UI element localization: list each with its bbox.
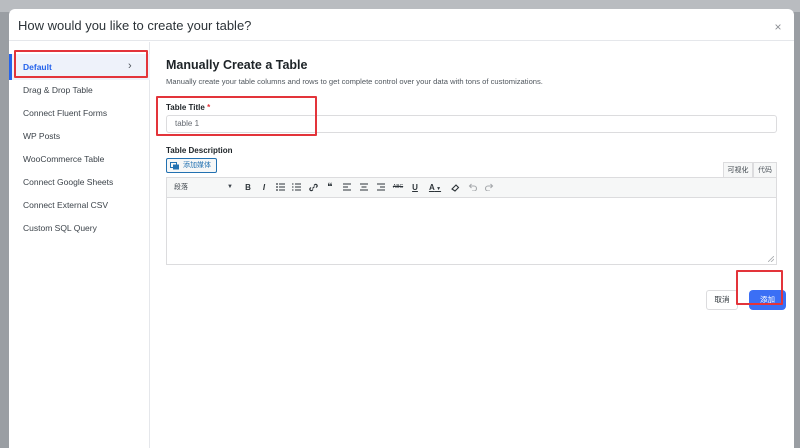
- required-mark: *: [207, 103, 211, 112]
- add-media-button[interactable]: 添加媒体: [166, 158, 217, 173]
- resize-handle-icon[interactable]: [768, 256, 774, 262]
- modal-header: How would you like to create your table?…: [9, 9, 794, 41]
- sidebar-item-default[interactable]: Default: [23, 60, 52, 74]
- align-right-icon[interactable]: [374, 181, 388, 194]
- create-table-modal: How would you like to create your table?…: [9, 9, 794, 448]
- page-description: Manually create your table columns and r…: [166, 77, 543, 86]
- sidebar-item-drag-drop-table[interactable]: Drag & Drop Table: [23, 83, 93, 97]
- table-description-label: Table Description: [166, 146, 233, 155]
- text-color-button[interactable]: A ▼: [425, 181, 445, 194]
- sidebar: Default › Drag & Drop Table Connect Flue…: [9, 42, 150, 448]
- add-button[interactable]: 添加: [749, 290, 786, 310]
- link-icon[interactable]: [306, 181, 320, 194]
- underline-button[interactable]: U: [408, 181, 422, 194]
- bold-button[interactable]: B: [241, 181, 255, 194]
- page-title: Manually Create a Table: [166, 58, 308, 72]
- bullet-list-icon[interactable]: [273, 181, 287, 194]
- chevron-right-icon: ›: [128, 60, 132, 72]
- cancel-button[interactable]: 取消: [706, 290, 738, 310]
- table-title-label-text: Table Title: [166, 103, 205, 112]
- editor-toolbar: 段落 ▼ B I ❝ ABC U A ▼: [167, 178, 776, 198]
- chevron-down-icon: ▼: [434, 186, 442, 192]
- sidebar-item-connect-google-sheets[interactable]: Connect Google Sheets: [23, 175, 113, 189]
- modal-title: How would you like to create your table?: [18, 18, 252, 33]
- description-editor: 段落 ▼ B I ❝ ABC U A ▼: [166, 177, 777, 265]
- strikethrough-button[interactable]: ABC: [391, 181, 405, 194]
- undo-icon[interactable]: [465, 181, 479, 194]
- table-title-input[interactable]: table 1: [166, 115, 777, 133]
- close-icon[interactable]: ×: [772, 21, 784, 33]
- sidebar-item-wp-posts[interactable]: WP Posts: [23, 129, 60, 143]
- tab-visual[interactable]: 可视化: [723, 162, 753, 177]
- redo-icon[interactable]: [482, 181, 496, 194]
- chevron-down-icon: ▼: [227, 184, 233, 190]
- tab-code[interactable]: 代码: [753, 162, 777, 177]
- main-panel: Manually Create a Table Manually create …: [166, 42, 794, 448]
- eraser-icon[interactable]: [448, 181, 462, 194]
- blockquote-button[interactable]: ❝: [323, 181, 337, 194]
- align-center-icon[interactable]: [357, 181, 371, 194]
- sidebar-item-connect-external-csv[interactable]: Connect External CSV: [23, 198, 108, 212]
- add-media-label: 添加媒体: [183, 162, 211, 169]
- italic-button[interactable]: I: [257, 181, 271, 194]
- table-title-label: Table Title *: [166, 103, 210, 112]
- format-select-value: 段落: [174, 184, 188, 191]
- sidebar-item-woocommerce-table[interactable]: WooCommerce Table: [23, 152, 104, 166]
- add-media-icon: [170, 162, 179, 170]
- sidebar-active-indicator: [9, 54, 12, 80]
- sidebar-item-custom-sql-query[interactable]: Custom SQL Query: [23, 221, 97, 235]
- numbered-list-icon[interactable]: [289, 181, 303, 194]
- editor-text-area[interactable]: [167, 199, 776, 264]
- sidebar-item-connect-fluent-forms[interactable]: Connect Fluent Forms: [23, 106, 107, 120]
- format-select[interactable]: 段落 ▼: [170, 181, 236, 194]
- align-left-icon[interactable]: [340, 181, 354, 194]
